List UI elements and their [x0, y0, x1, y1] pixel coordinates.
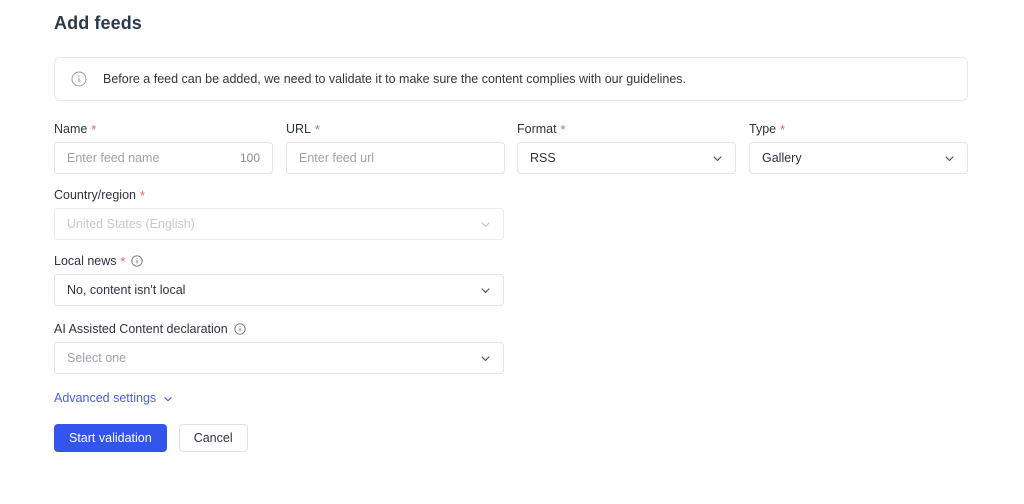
ai-declaration-select[interactable]: Select one: [54, 342, 504, 374]
chevron-down-icon: [480, 285, 491, 296]
label-local-news: Local news *: [54, 254, 504, 268]
local-news-select[interactable]: No, content isn't local: [54, 274, 504, 306]
required-asterisk: *: [140, 188, 145, 203]
label-url-text: URL: [286, 122, 312, 136]
cancel-button[interactable]: Cancel: [178, 424, 248, 452]
required-asterisk: *: [91, 122, 97, 137]
chevron-down-icon: [712, 153, 723, 164]
chevron-down-icon: [944, 153, 955, 164]
required-asterisk: *: [780, 122, 785, 137]
country-region-select: United States (English): [54, 208, 504, 240]
banner-text: Before a feed can be added, we need to v…: [103, 71, 687, 86]
field-country-region: Country/region * United States (English): [54, 188, 504, 240]
feed-url-placeholder: Enter feed url: [299, 151, 375, 165]
page-title: Add feeds: [54, 13, 142, 33]
info-circle-icon[interactable]: [131, 255, 144, 267]
field-url: URL * Enter feed url: [286, 122, 505, 174]
country-region-selected-value: United States (English): [67, 217, 195, 231]
validation-info-banner: Before a feed can be added, we need to v…: [54, 57, 968, 101]
feed-name-input[interactable]: Enter feed name 100: [54, 142, 273, 174]
label-format-text: Format: [517, 122, 557, 136]
required-asterisk: *: [315, 122, 320, 137]
form-actions: Start validation Cancel: [54, 424, 248, 452]
required-asterisk: *: [120, 254, 126, 269]
label-name: Name *: [54, 122, 273, 136]
feed-name-char-counter: 100: [239, 151, 260, 165]
feed-url-input[interactable]: Enter feed url: [286, 142, 505, 174]
chevron-down-icon: [480, 353, 491, 364]
label-local-news-text: Local news: [54, 254, 117, 268]
format-selected-value: RSS: [530, 151, 556, 165]
label-type: Type *: [749, 122, 968, 136]
info-circle-icon: [71, 71, 87, 87]
label-name-text: Name: [54, 122, 88, 136]
field-local-news: Local news * No, content isn't local: [54, 254, 504, 306]
type-select[interactable]: Gallery: [749, 142, 968, 174]
advanced-settings-label: Advanced settings: [54, 391, 157, 405]
label-ai-declaration: AI Assisted Content declaration: [54, 322, 504, 336]
label-ai-declaration-text: AI Assisted Content declaration: [54, 322, 228, 336]
advanced-settings-toggle[interactable]: Advanced settings: [54, 391, 173, 405]
ai-declaration-placeholder: Select one: [67, 351, 127, 365]
field-format: Format * RSS: [517, 122, 736, 174]
label-url: URL *: [286, 122, 505, 136]
label-country-region: Country/region *: [54, 188, 504, 202]
chevron-down-icon: [163, 393, 173, 403]
feed-name-placeholder: Enter feed name: [67, 151, 160, 165]
label-country-region-text: Country/region: [54, 188, 136, 202]
label-type-text: Type: [749, 122, 777, 136]
info-circle-icon[interactable]: [234, 323, 246, 335]
chevron-down-icon: [480, 219, 491, 230]
type-selected-value: Gallery: [762, 151, 802, 165]
required-asterisk: *: [560, 122, 566, 137]
local-news-selected-value: No, content isn't local: [67, 283, 186, 297]
field-name: Name * Enter feed name 100: [54, 122, 273, 174]
label-format: Format *: [517, 122, 736, 136]
start-validation-button[interactable]: Start validation: [54, 424, 167, 452]
add-feeds-page: Add feeds Before a feed can be added, we…: [0, 0, 1024, 504]
field-type: Type * Gallery: [749, 122, 968, 174]
field-ai-assisted-content-declaration: AI Assisted Content declaration Select o…: [54, 322, 504, 374]
format-select[interactable]: RSS: [517, 142, 736, 174]
